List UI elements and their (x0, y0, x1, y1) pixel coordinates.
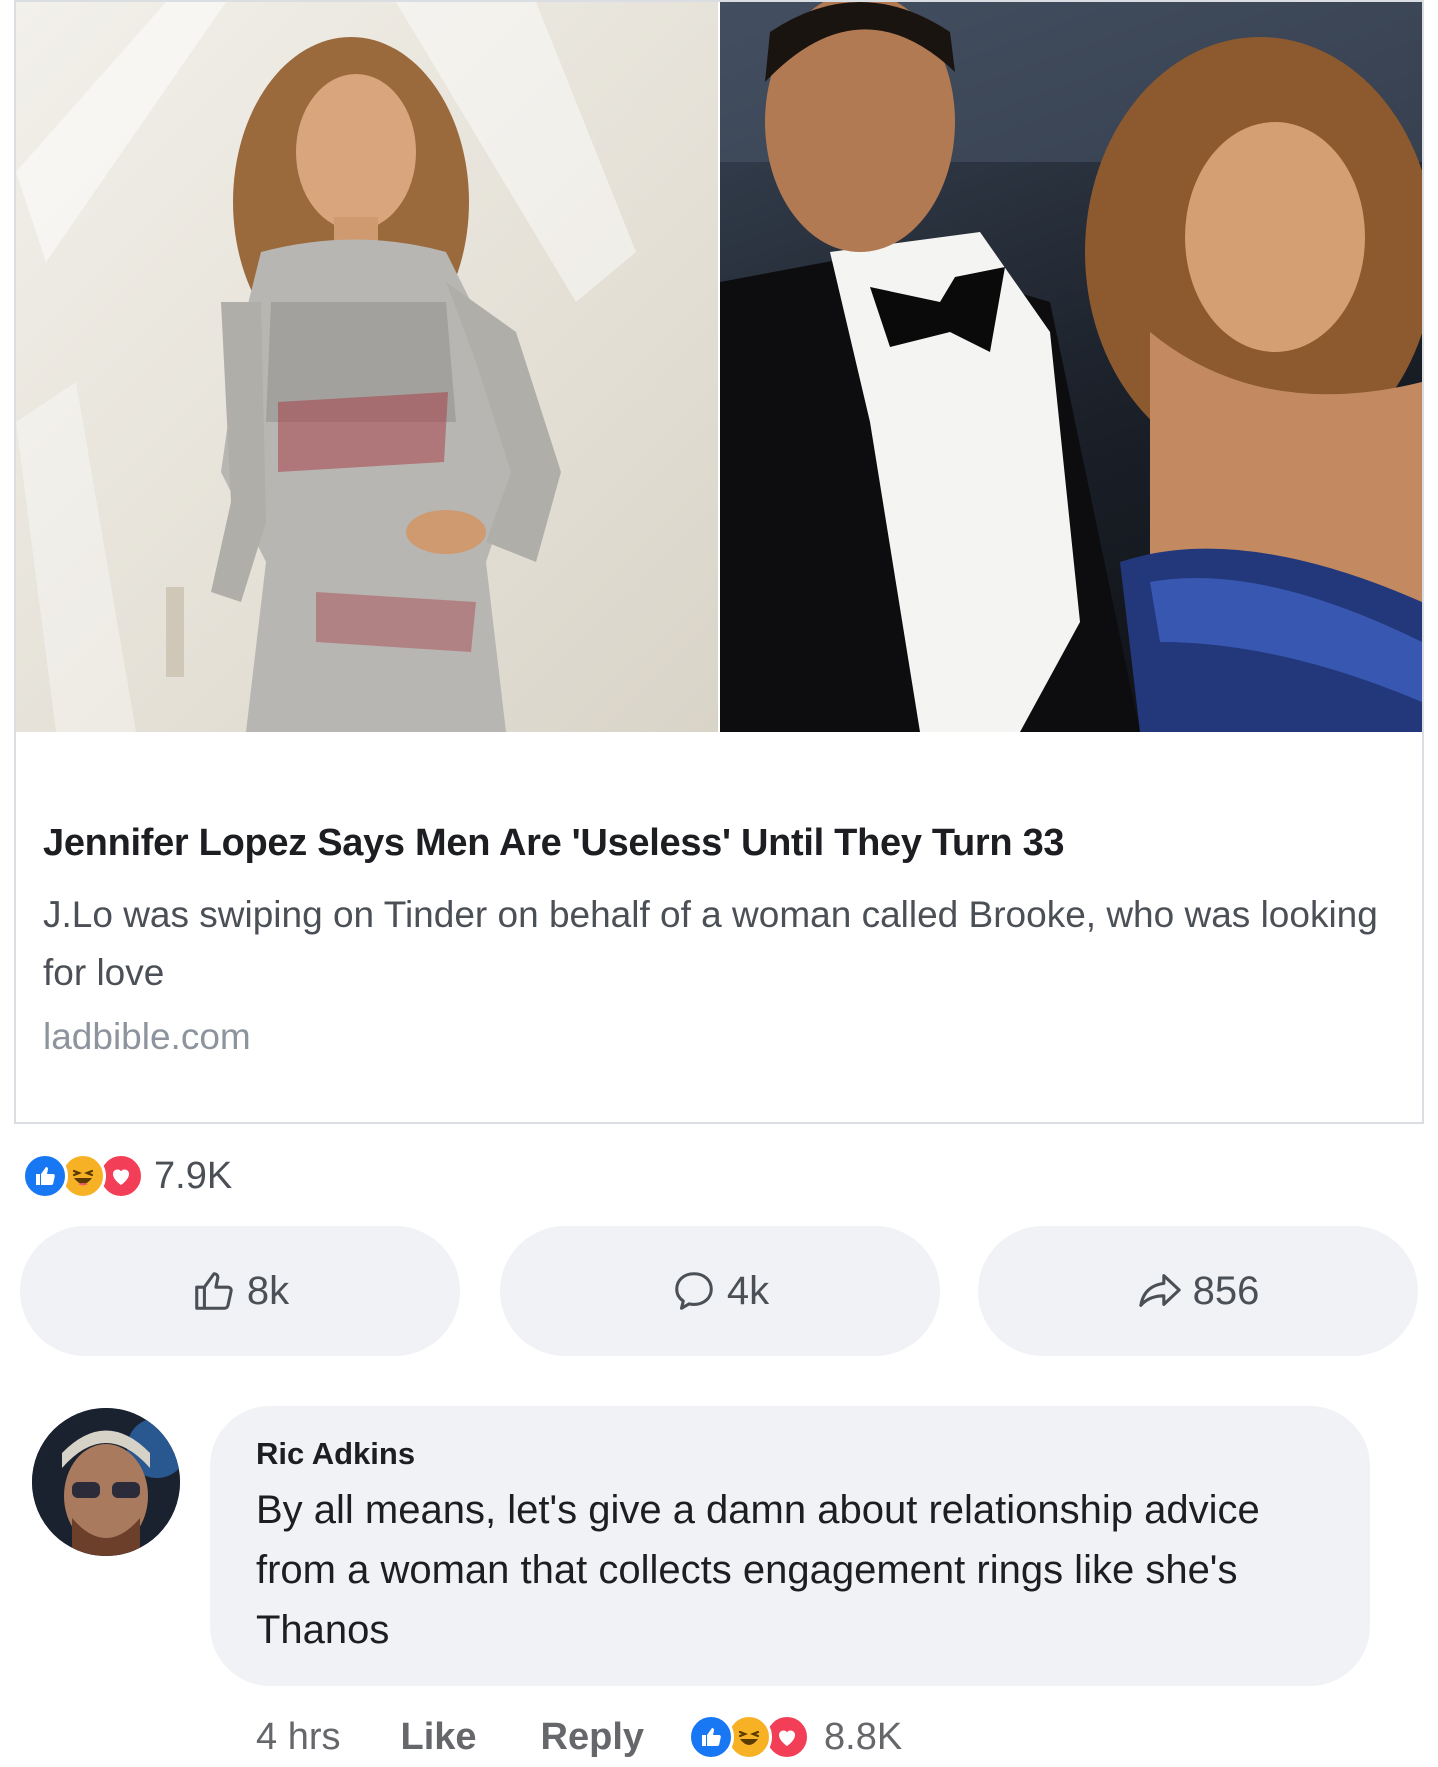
comment-timestamp[interactable]: 4 hrs (256, 1716, 340, 1759)
thumbs-up-icon (195, 1272, 233, 1310)
comment-reply-button[interactable]: Reply (541, 1716, 644, 1759)
post-description: J.Lo was swiping on Tinder on behalf of … (43, 894, 1378, 993)
post-headline[interactable]: Jennifer Lopez Says Men Are 'Useless' Un… (43, 820, 1393, 866)
like-count: 8k (246, 1268, 290, 1313)
post-domain: ladbible.com (43, 1016, 251, 1057)
share-count: 856 (1192, 1268, 1260, 1313)
share-button[interactable]: 856 (978, 1226, 1418, 1356)
comment-button[interactable]: 4k (500, 1226, 940, 1356)
comment-bubble[interactable]: Ric Adkins By all means, let's give a da… (210, 1406, 1370, 1686)
preview-text: Jennifer Lopez Says Men Are 'Useless' Un… (43, 820, 1393, 1060)
comment-text: By all means, let's give a damn about re… (256, 1488, 1260, 1652)
comment-like-button[interactable]: Like (400, 1716, 476, 1759)
avatar[interactable] (32, 1408, 180, 1556)
comment-reaction-count[interactable]: 8.8K (824, 1716, 902, 1759)
comment-meta: 4 hrs Like Reply 8.8K (256, 1712, 902, 1762)
reactions-summary[interactable]: 7.9K (22, 1152, 232, 1200)
link-preview-card[interactable]: Jennifer Lopez Says Men Are 'Useless' Un… (14, 0, 1424, 1124)
like-icon (22, 1153, 68, 1199)
like-button[interactable]: 8k (20, 1226, 460, 1356)
photo-jennifer-lopez (16, 2, 718, 732)
preview-image[interactable] (16, 2, 1422, 732)
reaction-count[interactable]: 7.9K (154, 1155, 232, 1198)
like-icon (688, 1714, 735, 1760)
share-icon (1138, 1274, 1181, 1307)
comment-count: 4k (726, 1268, 770, 1313)
comment-reactions[interactable] (688, 1714, 811, 1760)
comment-icon (675, 1272, 713, 1310)
photo-couple (720, 2, 1422, 732)
comment-author[interactable]: Ric Adkins (256, 1434, 1324, 1474)
